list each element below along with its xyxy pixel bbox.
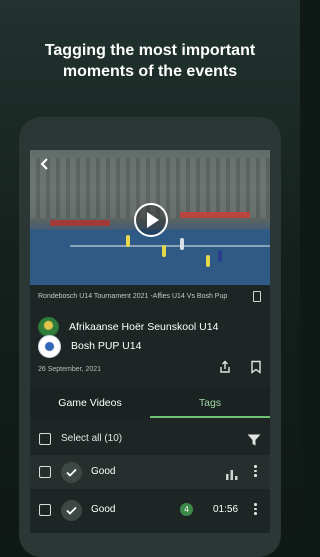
share-icon[interactable]	[218, 360, 232, 374]
tag-label: Good	[91, 466, 116, 477]
tag-count-badge: 4	[180, 503, 193, 516]
video-frame-player	[206, 255, 210, 267]
play-icon[interactable]	[134, 203, 168, 237]
video-frame-court	[30, 230, 270, 285]
tab-bar: Game Videos Tags	[30, 388, 270, 418]
stats-icon[interactable]	[226, 467, 238, 480]
tag-duration: 01:56	[213, 504, 239, 515]
tag-row[interactable]: Good	[30, 455, 270, 489]
team-name-home: Afrikaanse Hoër Seunskool U14	[69, 321, 219, 333]
more-options-icon[interactable]	[254, 465, 257, 479]
tag-row-checkbox[interactable]	[39, 504, 51, 516]
tag-label: Good	[91, 504, 116, 515]
active-tab-indicator	[150, 416, 270, 418]
back-arrow-icon[interactable]	[38, 156, 56, 174]
video-frame-banner	[50, 220, 110, 226]
headline-line-1: Tagging the most important	[44, 42, 256, 59]
video-frame-banner	[180, 212, 250, 218]
headline: Tagging the most important moments of th…	[0, 40, 300, 82]
filter-icon[interactable]	[247, 433, 261, 446]
video-frame-player	[162, 245, 166, 257]
more-options-icon[interactable]	[254, 503, 257, 517]
event-date: 26 September, 2021	[38, 366, 102, 373]
video-frame-player	[126, 235, 130, 247]
cast-icon[interactable]	[252, 291, 261, 302]
check-icon	[61, 462, 82, 483]
video-frame-player	[218, 250, 222, 262]
select-all-checkbox[interactable]	[39, 433, 51, 445]
tab-game-videos[interactable]: Game Videos	[30, 388, 150, 418]
tab-tags[interactable]: Tags	[150, 388, 270, 418]
team-name-away: Bosh PUP U14	[71, 340, 142, 352]
video-player[interactable]	[30, 150, 270, 285]
tag-row-checkbox[interactable]	[39, 466, 51, 478]
select-all-label: Select all (10)	[61, 433, 123, 444]
phone-screen: Rondebosch U14 Tournament 2021 -Affies U…	[30, 150, 270, 533]
team-row-away: Bosh PUP U14	[38, 334, 258, 358]
bookmark-icon[interactable]	[249, 360, 263, 374]
team-crest-logo	[38, 334, 61, 358]
video-frame-player	[180, 238, 184, 250]
headline-line-2: moments of the events	[62, 63, 238, 80]
tag-row[interactable]: Good 4 01:56	[30, 493, 270, 527]
video-frame-court-line	[70, 245, 270, 247]
video-title: Rondebosch U14 Tournament 2021 -Affies U…	[38, 293, 228, 300]
check-icon	[61, 500, 82, 521]
